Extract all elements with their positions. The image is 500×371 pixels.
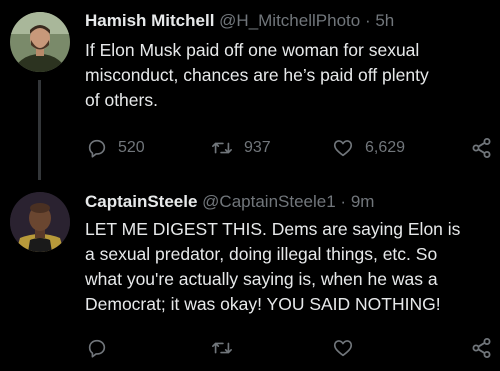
share-icon [472,138,491,158]
share-button[interactable] [470,132,494,164]
retweet-button[interactable]: 937 [210,132,271,164]
avatar-photo [10,192,70,252]
author-name[interactable]: CaptainSteele [85,192,197,211]
tweet-text-line: misconduct, chances are he’s paid off pl… [85,65,429,85]
tweet-text-line: If Elon Musk paid off one woman for sexu… [85,40,420,60]
retweet-button[interactable] [210,332,234,364]
separator-dot: · [340,192,347,211]
tweet-text-line: a sexual predator, doing illegal things,… [85,244,438,264]
like-button[interactable]: 6,629 [331,132,405,164]
reply-button[interactable] [86,332,108,364]
avatar-photo [10,12,70,72]
tweet-text-line: of others. [85,90,158,110]
tweet-header: Hamish Mitchell @H_MitchellPhoto · 5h [85,10,490,32]
thread-line [38,80,41,180]
heart-icon [333,140,353,157]
share-icon [472,338,491,358]
tweet[interactable]: CaptainSteele @CaptainSteele1 · 9m LET M… [0,182,500,371]
retweet-icon [212,142,232,154]
like-count: 6,629 [365,139,406,156]
separator-dot: · [364,11,371,30]
reply-button[interactable]: 520 [86,132,145,164]
author-handle[interactable]: @H_MitchellPhoto [219,11,360,30]
tweet-text-line: LET ME DIGEST THIS. Dems are saying Elon… [85,219,461,239]
tweet-text: LET ME DIGEST THIS. Dems are saying Elon… [85,217,488,317]
author-handle[interactable]: @CaptainSteele1 [202,192,336,211]
avatar[interactable] [10,192,70,252]
author-name[interactable]: Hamish Mitchell [85,11,214,30]
avatar[interactable] [10,12,70,72]
share-button[interactable] [470,332,494,364]
retweet-icon [212,342,232,354]
like-button[interactable] [331,332,355,364]
timeline: Hamish Mitchell @H_MitchellPhoto · 5h If… [0,0,500,371]
tweet[interactable]: Hamish Mitchell @H_MitchellPhoto · 5h If… [0,0,500,182]
tweet-text-line: what you're actually saying is, when he … [85,269,438,289]
timestamp[interactable]: 9m [351,192,375,211]
reply-icon [88,139,106,158]
reply-count: 520 [118,139,145,156]
heart-icon [333,340,353,357]
tweet-actions [0,332,500,364]
tweet-actions: 520 937 6,629 [0,132,500,164]
tweet-text-line: Democrat; it was okay! YOU SAID NOTHING! [85,294,441,314]
timestamp[interactable]: 5h [375,11,394,30]
retweet-count: 937 [244,139,271,156]
tweet-text: If Elon Musk paid off one woman for sexu… [85,38,488,113]
tweet-header: CaptainSteele @CaptainSteele1 · 9m [85,191,490,213]
reply-icon [88,339,106,358]
